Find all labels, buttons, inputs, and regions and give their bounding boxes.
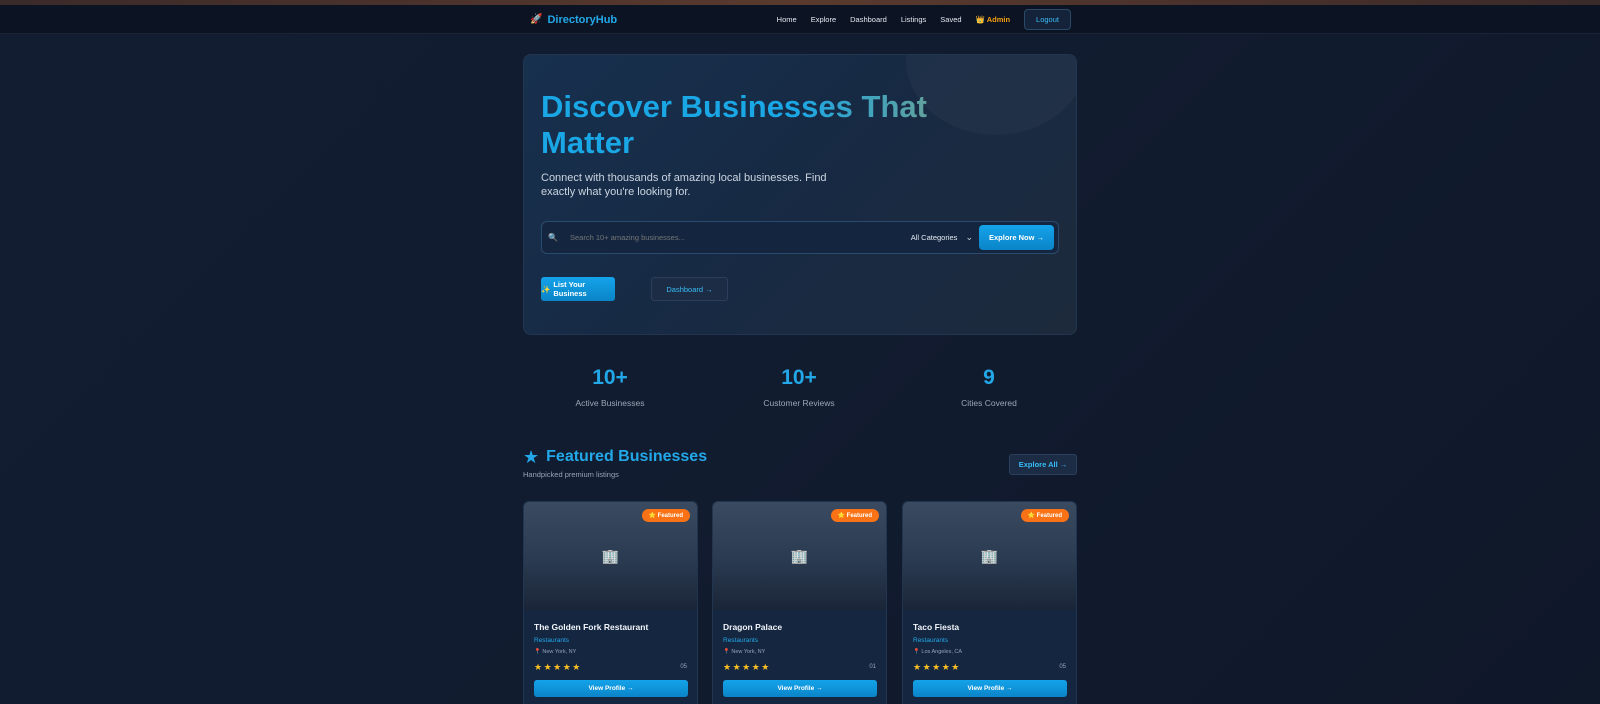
rating-stars: ★★★★★ [913,662,961,672]
hero-subtitle: Connect with thousands of amazing local … [541,172,827,198]
business-name[interactable]: Dragon Palace [723,622,782,632]
hero-section: Discover Businesses That Matter Connect … [523,54,1077,335]
business-location: 📍 Los Angeles, CA [913,649,962,655]
business-name[interactable]: Taco Fiesta [913,622,959,632]
rating-count: 05 [680,664,687,670]
rating-count: 05 [1059,664,1066,670]
location-text: Los Angeles, CA [921,649,963,655]
business-name[interactable]: The Golden Fork Restaurant [534,622,648,632]
building-icon: 🏢 [980,547,999,564]
building-icon: 🏢 [790,547,809,564]
nav-link-home[interactable]: Home [777,15,797,24]
rating-stars: ★★★★★ [723,662,771,672]
location-text: New York, NY [542,649,577,655]
nav-menu: Home Explore Dashboard Listings Saved 👑 … [763,9,1071,30]
rating-count: 01 [869,664,876,670]
business-image: 🏢 ⭐ Featured [713,502,886,610]
brand-name: DirectoryHub [547,13,618,26]
building-icon: 🏢 [601,547,620,564]
search-input[interactable] [570,233,911,242]
logout-button[interactable]: Logout [1024,9,1071,30]
stat-label: Cities Covered [961,398,1017,408]
stat-value: 9 [983,366,995,389]
sparkles-icon: ✨ [541,284,551,294]
dashboard-button[interactable]: Dashboard → [651,277,728,301]
business-location: 📍 New York, NY [723,649,765,655]
view-profile-button[interactable]: View Profile → [913,680,1067,697]
stat-value: 10+ [781,366,817,389]
nav-link-dashboard[interactable]: Dashboard [850,15,887,24]
nav-link-listings[interactable]: Listings [901,15,926,24]
hero-title: Discover Businesses That Matter [541,89,1001,161]
view-profile-button[interactable]: View Profile → [723,680,877,697]
nav-link-explore[interactable]: Explore [811,15,836,24]
navbar-inner: 🚀 DirectoryHub Home Explore Dashboard Li… [530,5,1071,34]
business-card[interactable]: 🏢 ⭐ Featured The Golden Fork Restaurant … [523,501,698,704]
business-category[interactable]: Restaurants [723,637,758,644]
list-business-label: List Your Business [553,280,587,298]
business-category[interactable]: Restaurants [913,637,948,644]
stat-value: 10+ [592,366,628,389]
search-bar: 🔍 All Categories ⌄ Explore Now → [541,221,1059,254]
business-card[interactable]: 🏢 ⭐ Featured Taco Fiesta Restaurants 📍 L… [902,501,1077,704]
business-category[interactable]: Restaurants [534,637,569,644]
stat-cities-covered: 9 Cities Covered [899,366,1079,408]
nav-link-saved[interactable]: Saved [940,15,961,24]
business-image: 🏢 ⭐ Featured [524,502,697,610]
featured-header: ★ Featured Businesses [523,448,707,466]
business-image: 🏢 ⭐ Featured [903,502,1076,610]
rating-stars: ★★★★★ [534,662,582,672]
featured-badge: ⭐ Featured [641,509,690,522]
top-navbar: 🚀 DirectoryHub Home Explore Dashboard Li… [0,5,1600,34]
explore-all-button[interactable]: Explore All → [1009,454,1077,475]
stat-active-businesses: 10+ Active Businesses [520,366,700,408]
chevron-down-icon[interactable]: ⌄ [965,232,973,243]
featured-title: Featured Businesses [546,448,708,465]
nav-link-admin[interactable]: 👑 Admin [976,15,1011,24]
admin-label: Admin [986,15,1011,24]
featured-badge: ⭐ Featured [1020,509,1069,522]
featured-subtitle: Handpicked premium listings [523,470,619,479]
list-business-button[interactable]: ✨ List Your Business [541,277,615,301]
business-location: 📍 New York, NY [534,649,576,655]
rocket-icon: 🚀 [530,14,543,25]
stat-label: Active Businesses [575,398,645,408]
category-select[interactable]: All Categories [911,233,958,242]
stat-customer-reviews: 10+ Customer Reviews [709,366,889,408]
featured-badge: ⭐ Featured [830,509,879,522]
explore-now-button[interactable]: Explore Now → [978,225,1054,250]
stat-label: Customer Reviews [763,398,835,408]
star-icon: ★ [523,447,540,467]
location-text: New York, NY [731,649,766,655]
business-card[interactable]: 🏢 ⭐ Featured Dragon Palace Restaurants 📍… [712,501,887,704]
brand-logo[interactable]: 🚀 DirectoryHub [530,14,617,26]
view-profile-button[interactable]: View Profile → [534,680,688,697]
crown-icon: 👑 [975,15,985,24]
search-icon: 🔍 [548,233,558,242]
